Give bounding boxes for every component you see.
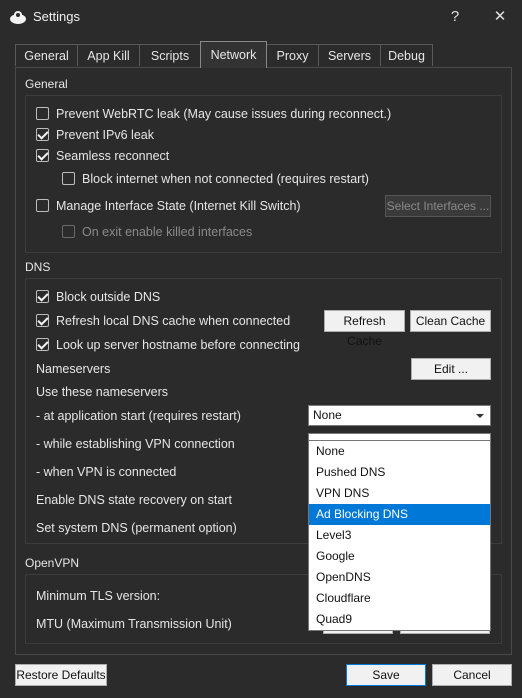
tab-proxy[interactable]: Proxy [266,44,319,66]
checkbox-box[interactable] [36,290,49,303]
save-button[interactable]: Save [346,664,426,686]
refresh-cache-button[interactable]: Refresh Cache [324,310,405,348]
clean-cache-button[interactable]: Clean Cache [410,310,491,332]
checkbox-box[interactable] [36,128,49,141]
at-app-start-label: - at application start (requires restart… [36,409,241,423]
lookup-hostname-label: Look up server hostname before connectin… [56,338,300,352]
title-bar: Settings ? ✕ [0,0,522,34]
app-logo-icon [10,11,26,24]
while-establishing-label: - while establishing VPN connection [36,437,235,451]
close-button[interactable]: ✕ [483,4,517,30]
prevent-ipv6-label: Prevent IPv6 leak [56,128,154,142]
dropdown-option-opendns[interactable]: OpenDNS [309,567,490,588]
cancel-button[interactable]: Cancel [432,664,512,686]
checkbox-box[interactable] [36,149,49,162]
dns-heading: DNS [25,260,51,274]
dropdown-option-pushed-dns[interactable]: Pushed DNS [309,462,490,483]
block-internet-label: Block internet when not connected (requi… [82,172,369,186]
dropdown-option-quad9[interactable]: Quad9 [309,609,490,630]
checkbox-box[interactable] [36,338,49,351]
general-heading: General [25,77,68,91]
seamless-reconnect-label: Seamless reconnect [56,149,170,163]
help-button[interactable]: ? [438,4,472,30]
checkbox-box[interactable] [62,172,75,185]
chevron-down-icon [476,414,484,418]
checkbox-box[interactable] [36,107,49,120]
set-system-dns-label: Set system DNS (permanent option) [36,521,237,535]
edit-nameservers-button[interactable]: Edit ... [411,358,491,380]
tab-network[interactable]: Network [200,41,267,68]
tab-general[interactable]: General [15,44,78,66]
dropdown-option-vpn-dns[interactable]: VPN DNS [309,483,490,504]
checkbox-box[interactable] [36,199,49,212]
enable-recovery-label: Enable DNS state recovery on start [36,493,232,507]
select-interfaces-button[interactable]: Select Interfaces ... [385,195,491,217]
mtu-label: MTU (Maximum Transmission Unit) [36,617,232,631]
manage-interface-label: Manage Interface State (Internet Kill Sw… [56,199,301,213]
dropdown-option-google[interactable]: Google [309,546,490,567]
when-connected-label: - when VPN is connected [36,465,177,479]
tab-scripts[interactable]: Scripts [139,44,201,66]
tab-servers[interactable]: Servers [318,44,381,66]
openvpn-heading: OpenVPN [25,556,80,570]
tab-app-kill[interactable]: App Kill [77,44,140,66]
dropdown-option-level3[interactable]: Level3 [309,525,490,546]
block-outside-dns-label: Block outside DNS [56,290,161,304]
min-tls-label: Minimum TLS version: [36,589,161,603]
checkbox-box[interactable] [62,225,75,238]
use-nameservers-label: Use these nameservers [36,385,169,399]
dropdown-option-none[interactable]: None [309,441,490,462]
tab-debug[interactable]: Debug [380,44,433,66]
nameservers-label: Nameservers [36,362,111,376]
at-app-start-select[interactable]: None [308,405,491,426]
dropdown-option-ad-blocking-dns[interactable]: Ad Blocking DNS [309,504,490,525]
window-title: Settings [33,9,80,24]
checkbox-box[interactable] [36,314,49,327]
at-app-start-value: None [313,408,342,422]
nameserver-dropdown-list: None Pushed DNS VPN DNS Ad Blocking DNS … [308,440,491,631]
restore-defaults-button[interactable]: Restore Defaults [15,664,107,686]
on-exit-enable-label: On exit enable killed interfaces [82,225,253,239]
prevent-webrtc-label: Prevent WebRTC leak (May cause issues du… [56,107,392,121]
refresh-dns-cache-label: Refresh local DNS cache when connected [56,314,291,328]
dropdown-option-cloudflare[interactable]: Cloudflare [309,588,490,609]
